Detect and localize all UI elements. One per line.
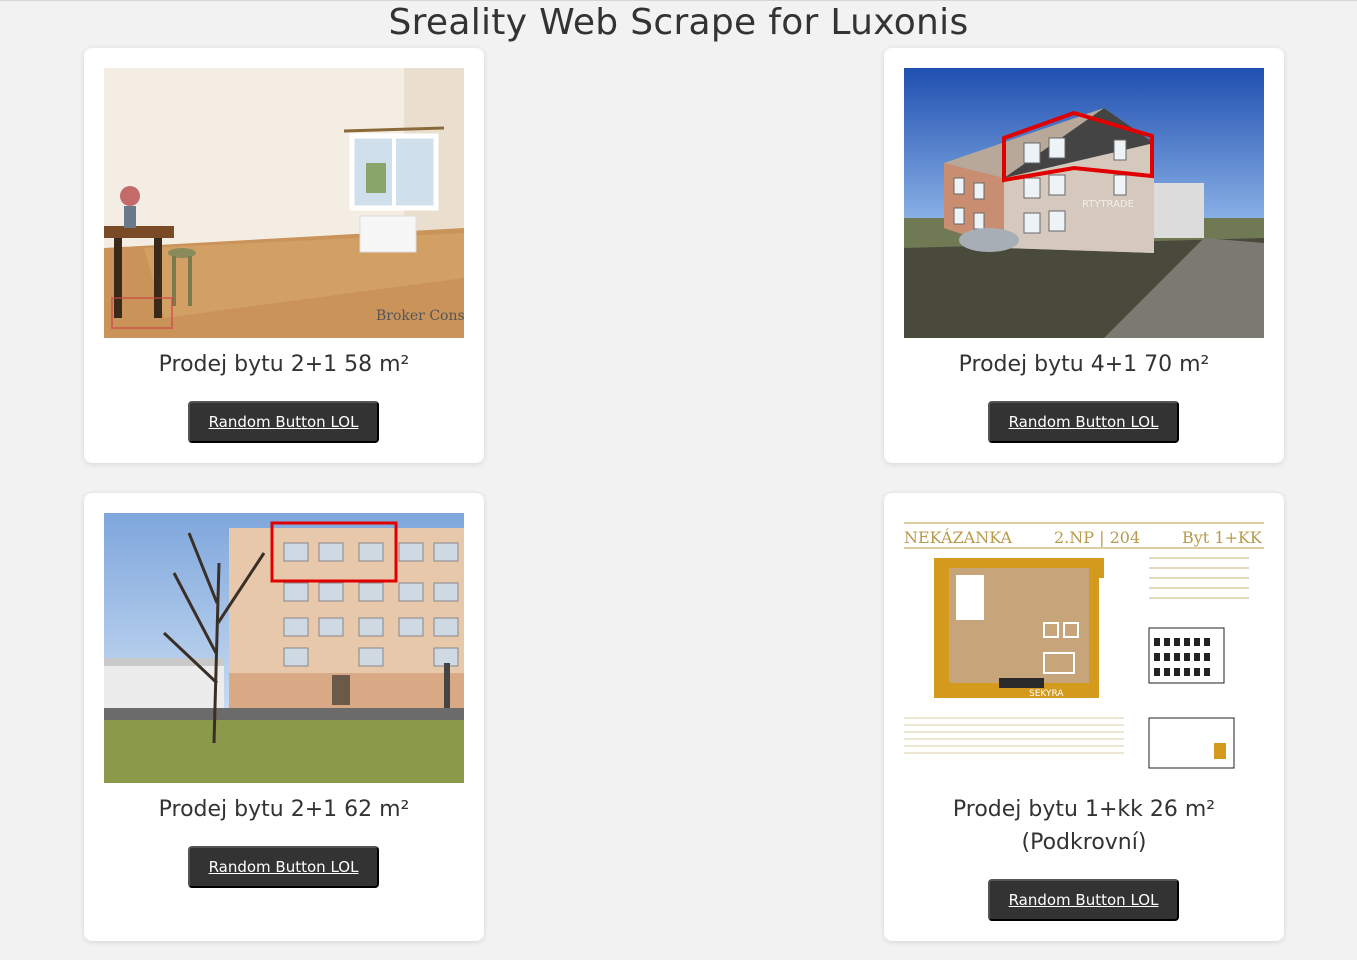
listing-title: Prodej bytu 1+kk 26 m² — [952, 797, 1216, 822]
listing-title-subtitle: (Podkrovní) — [1021, 830, 1147, 855]
listing-card: Broker Consulting Prodej bytu 2+1 58 m² … — [84, 48, 484, 463]
random-button[interactable]: Random Button LOL — [188, 401, 379, 443]
listing-photo: Broker Consulting — [104, 68, 464, 338]
listing-photo: RTYTRADE — [904, 68, 1264, 338]
listing-card: NEKÁZANKA 2.NP | 204 Byt 1+KK SEKYRA Pro… — [884, 493, 1284, 941]
listing-photo — [104, 513, 464, 783]
listing-title: Prodej bytu 2+1 62 m² — [158, 797, 410, 822]
random-button[interactable]: Random Button LOL — [988, 879, 1179, 921]
plan-floor: 2.NP | 204 — [1054, 528, 1140, 547]
listing-title: Prodej bytu 4+1 70 m² — [958, 352, 1210, 377]
listing-photo: NEKÁZANKA 2.NP | 204 Byt 1+KK SEKYRA — [904, 513, 1264, 783]
listing-card: Prodej bytu 2+1 62 m² Random Button LOL — [84, 493, 484, 941]
plan-name: NEKÁZANKA — [904, 527, 1013, 547]
random-button[interactable]: Random Button LOL — [188, 846, 379, 888]
photo-watermark: Broker Consulting — [376, 308, 464, 324]
page-title: Sreality Web Scrape for Luxonis — [388, 2, 969, 43]
listing-card: RTYTRADE Prodej bytu 4+1 70 m² Random Bu… — [884, 48, 1284, 463]
svg-text:SEKYRA: SEKYRA — [1029, 689, 1064, 699]
listing-title: Prodej bytu 2+1 58 m² — [158, 352, 410, 377]
svg-text:RTYTRADE: RTYTRADE — [1082, 199, 1134, 210]
plan-type: Byt 1+KK — [1182, 528, 1263, 547]
random-button[interactable]: Random Button LOL — [988, 401, 1179, 443]
top-border — [0, 0, 1357, 1]
